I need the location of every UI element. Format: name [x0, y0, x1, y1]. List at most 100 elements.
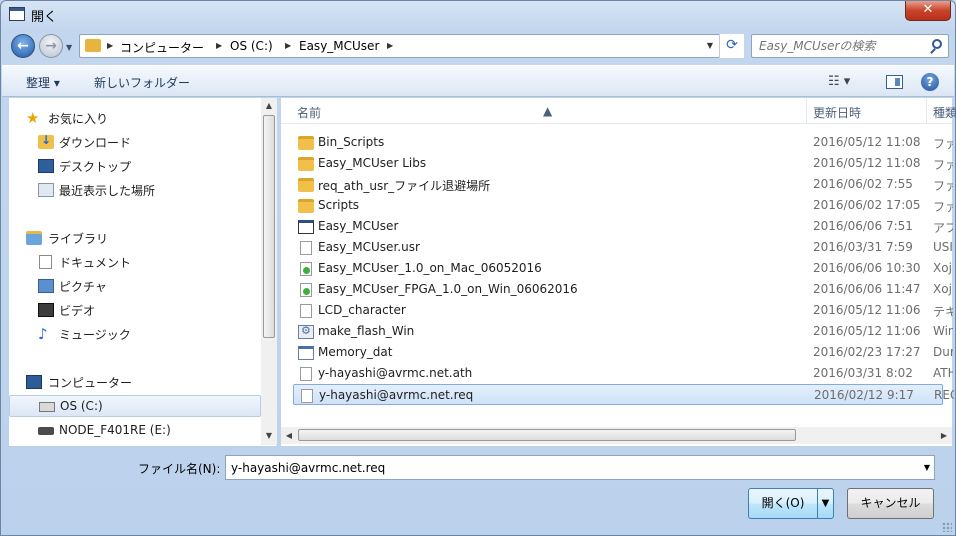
scroll-thumb[interactable] — [298, 429, 796, 441]
file-row[interactable]: Scripts 2016/06/02 17:05 ファ — [293, 195, 953, 216]
chevron-down-icon[interactable]: ▼ — [924, 463, 930, 472]
command-bar: 整理 ▾ 新しいフォルダー ☷ ▾ ? — [2, 65, 954, 97]
new-folder-button[interactable]: 新しいフォルダー — [94, 74, 190, 91]
open-options-dropdown[interactable]: ▼ — [817, 488, 834, 519]
breadcrumb-computer[interactable]: コンピューター — [120, 39, 204, 56]
scroll-down-icon[interactable]: ▼ — [261, 428, 277, 444]
nav-label: ダウンロード — [59, 136, 132, 150]
column-divider[interactable] — [806, 98, 807, 124]
nav-label: お気に入り — [48, 112, 109, 126]
resize-grip[interactable] — [942, 522, 952, 532]
filename-input[interactable] — [226, 456, 906, 479]
file-date: 2016/05/12 11:08 — [813, 135, 921, 149]
column-name[interactable]: 名前 — [297, 104, 321, 121]
chevron-right-icon[interactable]: ▶ — [387, 41, 393, 50]
folder-icon — [298, 157, 314, 171]
nav-downloads[interactable]: ダウンロード — [9, 131, 261, 153]
search-box[interactable] — [751, 34, 949, 58]
forward-button[interactable]: → — [39, 34, 63, 58]
file-row[interactable]: Memory_dat 2016/02/23 17:27 Dur — [293, 342, 953, 363]
file-row[interactable]: Easy_MCUser.usr 2016/03/31 7:59 USI — [293, 237, 953, 258]
breadcrumb-easy-mcuser[interactable]: Easy_MCUser — [299, 39, 379, 53]
search-icon[interactable] — [932, 39, 942, 49]
file-row[interactable]: Easy_MCUser Libs 2016/05/12 11:08 ファ — [293, 153, 953, 174]
filename-combobox[interactable]: ▼ — [225, 455, 935, 480]
nav-documents[interactable]: ドキュメント — [9, 251, 261, 273]
navigation-pane: ★ お気に入り ダウンロード デスクトップ 最近表示した場所 ライブラリ ドキュ… — [9, 98, 277, 446]
nav-libraries[interactable]: ライブラリ — [9, 227, 261, 249]
cancel-button[interactable]: キャンセル — [847, 488, 934, 519]
file-row[interactable]: y-hayashi@avrmc.net.ath 2016/03/31 8:02 AT… — [293, 363, 953, 384]
file-date: 2016/02/23 17:27 — [813, 345, 921, 359]
nav-favorites[interactable]: ★ お気に入り — [9, 107, 261, 129]
chevron-down-icon: ▼ — [821, 498, 830, 509]
address-bar[interactable]: ▶ コンピューター ▶ OS (C:) ▶ Easy_MCUser ▶ ▼ — [79, 34, 744, 58]
scroll-thumb[interactable] — [263, 115, 275, 338]
file-list-hscrollbar[interactable]: ◀ ▶ — [281, 427, 952, 444]
search-input[interactable] — [752, 35, 922, 57]
file-date: 2016/05/12 11:06 — [813, 303, 921, 317]
doc-icon — [300, 304, 312, 318]
recent-pages-dropdown[interactable]: ▼ — [66, 43, 72, 52]
file-date: 2016/02/12 9:17 — [814, 388, 914, 402]
file-row[interactable]: Easy_MCUser_1.0_on_Mac_06052016 2016/06/0… — [293, 258, 952, 279]
chevron-right-icon[interactable]: ▶ — [107, 41, 113, 50]
nav-label: ライブラリ — [48, 232, 109, 246]
column-date[interactable]: 更新日時 — [813, 104, 861, 121]
chevron-right-icon[interactable]: ▶ — [216, 41, 222, 50]
folder-icon — [298, 136, 314, 150]
file-row[interactable]: Easy_MCUser_FPGA_1.0_on_Win_06062016 2016… — [293, 279, 952, 300]
nav-pictures[interactable]: ピクチャ — [9, 275, 261, 297]
pictures-icon — [38, 279, 54, 293]
downloads-folder-icon — [38, 133, 54, 149]
help-icon[interactable]: ? — [921, 73, 939, 91]
xojo-icon — [300, 283, 312, 297]
nav-computer[interactable]: コンピューター — [9, 371, 261, 393]
title-bar[interactable]: 開く ✕ — [1, 1, 955, 29]
file-name: Easy_MCUser_1.0_on_Mac_06052016 — [318, 261, 542, 275]
file-type: Dur — [933, 345, 953, 359]
nav-drive-c[interactable]: OS (C:) — [9, 395, 261, 417]
nav-music[interactable]: ♪ ミュージック — [9, 323, 261, 345]
file-date: 2016/05/12 11:06 — [813, 324, 921, 338]
file-row[interactable]: LCD_character 2016/05/12 11:06 テキ — [293, 300, 953, 321]
file-type: REC — [934, 388, 954, 402]
recent-places-icon — [38, 183, 54, 197]
file-row[interactable]: Easy_MCUser 2016/06/06 7:51 アフ — [293, 216, 953, 237]
nav-recent-places[interactable]: 最近表示した場所 — [9, 179, 261, 201]
preview-pane-icon[interactable] — [886, 75, 903, 89]
breadcrumb-drive-c[interactable]: OS (C:) — [230, 39, 273, 53]
refresh-icon: ⟳ — [726, 37, 738, 53]
file-row[interactable]: Bin_Scripts 2016/05/12 11:08 ファ — [293, 132, 953, 153]
nav-scrollbar[interactable]: ▲ ▼ — [261, 98, 277, 445]
nav-videos[interactable]: ビデオ — [9, 299, 261, 321]
nav-desktop[interactable]: デスクトップ — [9, 155, 261, 177]
nav-label: ドキュメント — [59, 256, 132, 270]
sort-ascending-icon: ▲ — [543, 104, 553, 118]
dat-icon — [298, 346, 314, 360]
column-type[interactable]: 種類 — [933, 104, 956, 121]
nav-drive-e[interactable]: NODE_F401RE (E:) — [9, 420, 261, 442]
file-row[interactable]: y-hayashi@avrmc.net.req 2016/02/12 9:17 RE… — [293, 384, 954, 405]
scroll-right-icon[interactable]: ▶ — [936, 427, 952, 444]
scroll-up-icon[interactable]: ▲ — [261, 98, 277, 114]
column-divider[interactable] — [926, 98, 927, 124]
refresh-button[interactable]: ⟳ — [719, 34, 744, 58]
file-row[interactable]: make_flash_Win 2016/05/12 11:06 Win — [293, 321, 953, 342]
nav-label: ビデオ — [59, 304, 96, 318]
open-button[interactable]: 開く(O) — [748, 488, 818, 519]
address-dropdown[interactable]: ▼ — [707, 41, 713, 50]
app-icon — [298, 220, 314, 234]
chevron-right-icon[interactable]: ▶ — [285, 41, 291, 50]
file-row[interactable]: req_ath_usr_ファイル退避場所 2016/06/02 7:55 ファ — [293, 174, 953, 195]
view-options-button[interactable]: ☷ ▾ — [828, 74, 850, 89]
close-button[interactable]: ✕ — [905, 1, 951, 21]
window-title: 開く — [31, 10, 58, 25]
file-date: 2016/06/02 7:55 — [813, 177, 913, 191]
desktop-icon — [38, 159, 54, 173]
doc-icon — [300, 241, 312, 255]
file-date: 2016/06/06 10:30 — [813, 261, 921, 275]
back-button[interactable]: ← — [11, 34, 35, 58]
scroll-left-icon[interactable]: ◀ — [281, 427, 297, 444]
organize-menu[interactable]: 整理 ▾ — [26, 74, 60, 91]
